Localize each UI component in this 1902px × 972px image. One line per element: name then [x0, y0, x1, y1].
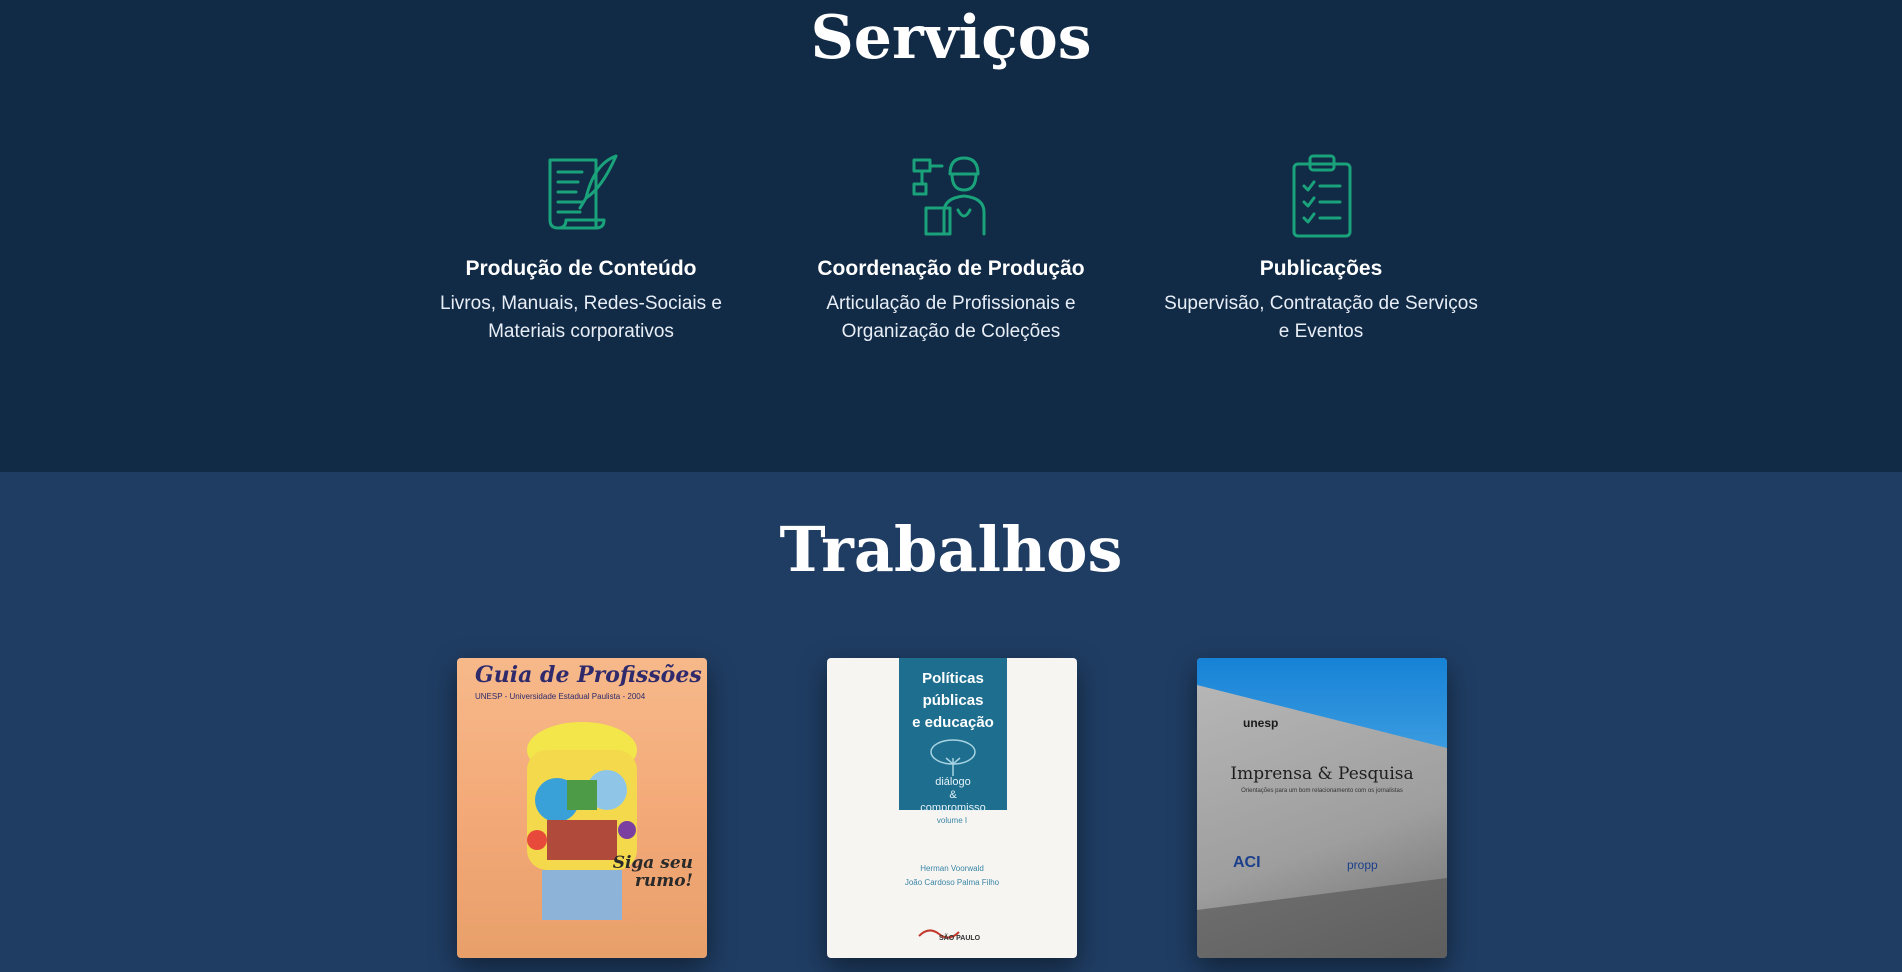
book-subtitle: UNESP - Universidade Estadual Paulista -… — [475, 692, 646, 701]
book-title: Imprensa & Pesquisa — [1230, 764, 1414, 784]
tree-icon — [930, 739, 976, 776]
aci-logo: ACI — [1233, 854, 1261, 871]
service-desc-line: Materiais corporativos — [488, 321, 674, 342]
book-slogan-line: rumo! — [634, 871, 693, 891]
book-title: Guia de Profissões — [475, 662, 702, 688]
sao-paulo-government-logo: SÃO PAULO — [918, 929, 981, 942]
clipboard-checklist-icon — [1276, 150, 1366, 240]
production-manager-icon — [906, 150, 996, 240]
service-desc-line: Supervisão, Contratação de Serviços — [1164, 293, 1478, 314]
service-desc-line: Livros, Manuais, Redes-Sociais e — [440, 293, 722, 314]
book-title-line: Políticas — [922, 670, 984, 687]
service-desc-line: Articulação de Profissionais e — [826, 293, 1076, 314]
trabalhos-title: Trabalhos — [779, 513, 1123, 586]
book-author: João Cardoso Palma Filho — [904, 878, 1000, 887]
service-title: Produção de Conteúdo — [465, 257, 697, 280]
svg-text:SÃO PAULO: SÃO PAULO — [939, 933, 981, 942]
service-desc-line: e Eventos — [1278, 321, 1364, 342]
book-brand: unesp — [1243, 716, 1279, 730]
book-volume: volume I — [936, 816, 968, 825]
trabalhos-section: Trabalhos Guia de Profissões UNESP - Uni… — [0, 472, 1902, 972]
book-author: Herman Voorwald — [920, 864, 984, 873]
book-title: Políticas públicas e educação — [899, 668, 1007, 734]
service-desc: Supervisão, Contratação de Serviços e Ev… — [1141, 290, 1501, 346]
quill-scroll-icon — [536, 150, 626, 240]
service-title: Publicações — [1259, 257, 1383, 280]
blue-band — [1197, 658, 1447, 748]
book-title-panel: Políticas públicas e educação diálogo & … — [899, 658, 1007, 814]
propp-logo: propp — [1347, 858, 1378, 872]
servicos-section: Serviços Produção de Conteúdo Livros, Ma… — [0, 0, 1902, 472]
service-title: Coordenação de Produção — [817, 257, 1085, 280]
book-slogan: Siga seu rumo! — [613, 854, 693, 890]
dark-band — [1197, 878, 1447, 958]
book-cover-guia-profissoes[interactable]: Guia de Profissões UNESP - Universidade … — [457, 658, 707, 958]
book-subtitle: Orientações para um bom relacionamento c… — [1241, 788, 1403, 794]
book-slogan-line: Siga seu — [612, 853, 693, 873]
book-subtitle-line: diálogo — [935, 776, 971, 788]
book-subtitle-line: & — [949, 789, 957, 801]
service-desc: Articulação de Profissionais e Organizaç… — [771, 290, 1131, 346]
book-authors: Herman Voorwald João Cardoso Palma Filho — [827, 862, 1077, 890]
book-subtitle: diálogo & compromisso — [899, 776, 1007, 815]
book-cover-politicas-publicas[interactable]: Políticas públicas e educação diálogo & … — [827, 658, 1077, 958]
book-title-line: públicas — [922, 692, 984, 709]
book-title-line: e educação — [912, 714, 994, 731]
service-desc-line: Organização de Coleções — [841, 321, 1061, 342]
book-cover-imprensa-pesquisa[interactable]: unesp Imprensa & Pesquisa Orientações pa… — [1197, 658, 1447, 958]
servicos-title: Serviços — [810, 3, 1092, 73]
service-desc: Livros, Manuais, Redes-Sociais e Materia… — [401, 290, 761, 346]
book-subtitle-line: compromisso — [920, 802, 986, 814]
